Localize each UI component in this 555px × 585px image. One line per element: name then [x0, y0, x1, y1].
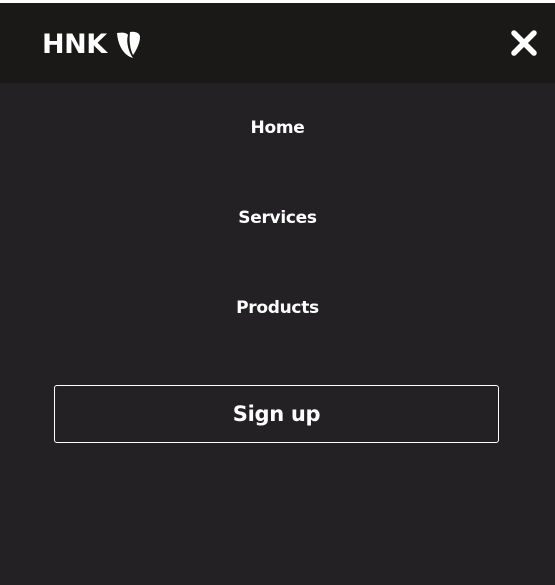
nav-item-services[interactable]: Services	[0, 193, 555, 243]
logo-text: HNK	[42, 29, 107, 60]
close-icon	[511, 30, 537, 56]
typo3-icon	[116, 31, 140, 58]
nav-item-home[interactable]: Home	[0, 103, 555, 153]
signup-button[interactable]: Sign up	[54, 385, 499, 443]
mobile-menu-overlay: HNK Home Services Products Sign up	[0, 3, 555, 585]
nav-item-products[interactable]: Products	[0, 283, 555, 333]
menu-header: HNK	[0, 3, 555, 83]
close-button[interactable]	[508, 27, 540, 59]
logo-link[interactable]: HNK	[42, 27, 141, 63]
